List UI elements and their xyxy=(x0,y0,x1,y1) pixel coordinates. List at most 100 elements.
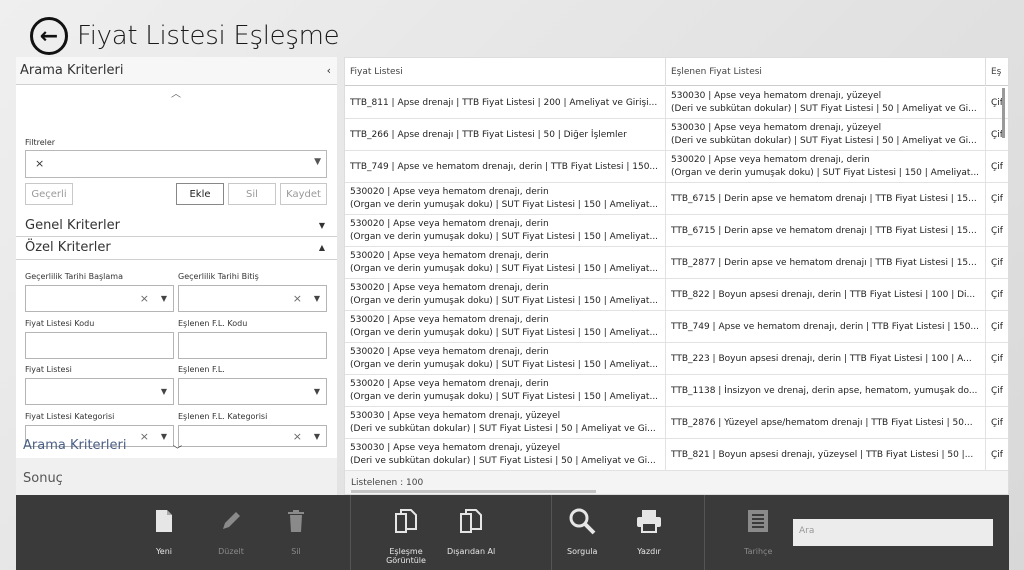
table-row[interactable]: 530020 | Apse veya hematom drenajı, deri… xyxy=(345,311,1008,343)
table-cell: 530020 | Apse veya hematom drenajı, deri… xyxy=(345,215,666,247)
sil-button[interactable]: Sil xyxy=(282,507,310,556)
pencil-icon xyxy=(217,507,245,535)
yeni-button[interactable]: Yeni xyxy=(150,507,178,556)
cell-text: (Organ ve derin yumuşak doku) | SUT Fiya… xyxy=(350,392,659,402)
dropdown-icon[interactable]: ▼ xyxy=(314,157,321,167)
eslenen-fl-kodu-input[interactable] xyxy=(178,332,327,359)
cell-text: 530020 | Apse veya hematom drenajı, deri… xyxy=(671,155,870,165)
cell-text: Çif xyxy=(991,385,1003,396)
gecerlilik-baslama-date[interactable]: × ▼ xyxy=(25,285,174,312)
cell-text: TTB_266 | Apse drenajı | TTB Fiyat Liste… xyxy=(350,129,627,140)
search-criteria-panel: Arama Kriterleri ‹ ︿ Filtreler × ▼ Geçer… xyxy=(16,57,337,495)
sil-filter-button[interactable]: Sil xyxy=(228,183,276,205)
scroll-up-chevron-icon[interactable]: ︿ xyxy=(171,85,181,100)
tarihce-button[interactable]: Tarihçe xyxy=(744,507,772,556)
cell-text: (Organ ve derin yumuşak doku) | SUT Fiya… xyxy=(350,360,659,370)
cell-text: TTB_223 | Boyun apsesi drenajı, derin | … xyxy=(671,353,972,364)
eslenen-fl-select[interactable]: ▼ xyxy=(178,378,327,405)
cell-text: TTB_822 | Boyun apsesi drenajı, derin | … xyxy=(671,289,976,300)
cell-text: 530030 | Apse veya hematom drenajı, yüze… xyxy=(350,411,561,421)
eslenen-fl-kategorisi-select[interactable]: × ▼ xyxy=(178,425,327,447)
table-row[interactable]: 530030 | Apse veya hematom drenajı, yüze… xyxy=(345,439,1008,471)
fiyat-listesi-kodu-input[interactable] xyxy=(25,332,174,359)
import-documents-icon xyxy=(457,507,485,535)
genel-kriterler-label: Genel Kriterler xyxy=(25,218,120,233)
grid-header: Fiyat Listesi Eşlenen Fiyat Listesi Eş xyxy=(345,58,1008,86)
cell-text: Çif xyxy=(991,257,1003,268)
sonuc-link[interactable]: Sonuç xyxy=(23,471,63,486)
ozel-kriterler-section[interactable]: Özel Kriterler ▲ xyxy=(25,240,331,255)
table-row[interactable]: 530020 | Apse veya hematom drenajı, deri… xyxy=(345,183,1008,215)
dropdown-icon[interactable]: ▼ xyxy=(161,432,167,441)
table-row[interactable]: TTB_749 | Apse ve hematom drenajı, derin… xyxy=(345,151,1008,183)
dropdown-icon[interactable]: ▼ xyxy=(161,294,167,303)
table-row[interactable]: 530030 | Apse veya hematom drenajı, yüze… xyxy=(345,407,1008,439)
table-cell: Çif xyxy=(986,407,1008,439)
cell-text: Çif xyxy=(991,449,1003,460)
clear-icon[interactable]: × xyxy=(140,292,149,305)
table-cell: Çif xyxy=(986,375,1008,407)
cell-text: Çif xyxy=(991,161,1003,172)
dropdown-icon[interactable]: ▼ xyxy=(314,387,320,396)
back-button[interactable]: ← xyxy=(30,17,68,55)
table-row[interactable]: 530020 | Apse veya hematom drenajı, deri… xyxy=(345,279,1008,311)
fiyat-listesi-select[interactable]: ▼ xyxy=(25,378,174,405)
gecerlilik-baslama-label: Geçerlilik Tarihi Başlama xyxy=(25,272,123,281)
table-row[interactable]: 530020 | Apse veya hematom drenajı, deri… xyxy=(345,375,1008,407)
search-input[interactable]: Ara xyxy=(793,519,993,546)
cell-text: 530020 | Apse veya hematom drenajı, deri… xyxy=(350,219,549,229)
clear-icon[interactable]: × xyxy=(293,292,302,305)
cell-text: TTB_1138 | İnsizyon ve drenaj, derin aps… xyxy=(671,385,978,396)
dropdown-icon[interactable]: ▼ xyxy=(314,294,320,303)
table-row[interactable]: 530020 | Apse veya hematom drenajı, deri… xyxy=(345,215,1008,247)
filter-clear-icon[interactable]: × xyxy=(35,157,44,170)
table-row[interactable]: TTB_266 | Apse drenajı | TTB Fiyat Liste… xyxy=(345,119,1008,151)
column-header-es[interactable]: Eş xyxy=(986,58,1008,86)
price-list-grid: Fiyat Listesi Eşlenen Fiyat Listesi Eş T… xyxy=(344,57,1009,495)
table-row[interactable]: 530020 | Apse veya hematom drenajı, deri… xyxy=(345,247,1008,279)
filters-select[interactable]: × ▼ xyxy=(25,150,327,178)
clear-icon[interactable]: × xyxy=(293,430,302,443)
table-row[interactable]: 530020 | Apse veya hematom drenajı, deri… xyxy=(345,343,1008,375)
vertical-scrollbar[interactable] xyxy=(1002,88,1005,138)
header: ← Fiyat Listesi Eşleşme xyxy=(30,16,340,56)
ozel-kriterler-label: Özel Kriterler xyxy=(25,240,111,255)
arama-kriterleri-link[interactable]: Arama Kriterleri xyxy=(23,438,126,453)
page-title: Fiyat Listesi Eşleşme xyxy=(77,21,340,51)
dropdown-icon[interactable]: ▼ xyxy=(161,387,167,396)
table-cell: Çif xyxy=(986,119,1008,151)
clear-icon[interactable]: × xyxy=(140,430,149,443)
search-criteria-header[interactable]: Arama Kriterleri ‹ xyxy=(16,57,337,85)
horizontal-scrollbar[interactable] xyxy=(351,490,596,493)
table-cell: 530030 | Apse veya hematom drenajı, yüze… xyxy=(345,407,666,439)
printer-icon xyxy=(635,507,663,535)
cell-text: TTB_749 | Apse ve hematom drenajı, derin… xyxy=(350,161,659,172)
duzelt-button[interactable]: Düzelt xyxy=(217,507,245,556)
cell-text: Çif xyxy=(991,193,1003,204)
panel-footer xyxy=(16,458,337,495)
expand-down-icon: ▼ xyxy=(318,221,325,230)
dropdown-icon[interactable]: ▼ xyxy=(314,432,320,441)
eslenen-fl-kodu-label: Eşlenen F.L. Kodu xyxy=(178,319,248,328)
collapse-chevron-icon[interactable]: ‹ xyxy=(327,64,331,77)
search-criteria-header-label: Arama Kriterleri xyxy=(20,63,124,78)
ekle-button[interactable]: Ekle xyxy=(176,183,224,205)
gecerli-button[interactable]: Geçerli xyxy=(25,183,73,205)
table-row[interactable]: TTB_811 | Apse drenajı | TTB Fiyat Liste… xyxy=(345,87,1008,119)
scroll-down-chevron-icon[interactable]: ﹀ xyxy=(173,443,182,456)
cell-text: (Organ ve derin yumuşak doku) | SUT Fiya… xyxy=(350,200,659,210)
genel-kriterler-section[interactable]: Genel Kriterler ▼ xyxy=(25,218,331,233)
yazdir-button[interactable]: Yazdır xyxy=(635,507,663,556)
column-header-fiyat-listesi[interactable]: Fiyat Listesi xyxy=(345,58,666,86)
table-cell: Çif xyxy=(986,343,1008,375)
copy-documents-icon xyxy=(392,507,420,535)
sorgula-button[interactable]: Sorgula xyxy=(567,507,597,556)
eslesme-goruntule-button[interactable]: Eşleşme Görüntüle xyxy=(386,507,426,565)
cell-text: 530020 | Apse veya hematom drenajı, deri… xyxy=(350,283,549,293)
column-header-eslenen-fiyat-listesi[interactable]: Eşlenen Fiyat Listesi xyxy=(666,58,986,86)
gecerlilik-bitis-date[interactable]: × ▼ xyxy=(178,285,327,312)
disaridan-al-button[interactable]: Dışarıdan Al xyxy=(447,507,495,556)
cell-text: (Organ ve derin yumuşak doku) | SUT Fiya… xyxy=(350,232,659,242)
yeni-label: Yeni xyxy=(155,547,173,556)
kaydet-button[interactable]: Kaydet xyxy=(280,183,327,205)
